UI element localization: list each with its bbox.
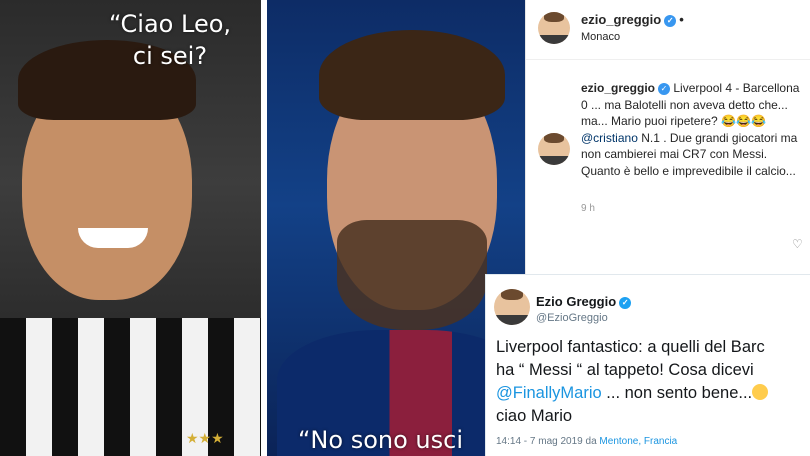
player-smile — [78, 228, 148, 248]
username-text[interactable]: ezio_greggio — [581, 12, 661, 27]
tweet-timestamp[interactable]: 14:14 - 7 mag 2019 da — [496, 436, 599, 447]
tweet-handle[interactable]: @EzioGreggio — [536, 312, 608, 324]
jersey-stars-icon: ★★★ — [186, 430, 224, 446]
comment-avatar[interactable] — [538, 133, 570, 165]
separator-dot: • — [679, 12, 684, 27]
meme-caption-left: “Ciao Leo, ci sei? — [90, 8, 250, 72]
avatar[interactable] — [538, 12, 570, 44]
tweet-line2: ha “ Messi “ al tappeto! Cosa dicevi — [496, 361, 754, 379]
player-beard — [337, 220, 487, 330]
instagram-location[interactable]: Monaco — [581, 31, 620, 43]
caption-left-line1: “Ciao Leo, — [108, 10, 232, 38]
comment-username[interactable]: ezio_greggio — [581, 81, 655, 95]
tweet-place-link[interactable]: Mentone, Francia — [599, 436, 677, 447]
caption-left-line2: ci sei? — [132, 42, 208, 70]
instagram-header: ezio_greggio ✓ • Monaco — [526, 0, 810, 60]
tweet-meta: 14:14 - 7 mag 2019 da Mentone, Francia — [496, 436, 677, 447]
tweet-mention-link[interactable]: @FinallyMario — [496, 384, 602, 402]
display-name-text[interactable]: Ezio Greggio — [536, 294, 616, 309]
instagram-caption: ezio_greggio ✓ Liverpool 4 - Barcellona 0… — [581, 80, 803, 179]
verified-icon: ✓ — [658, 82, 671, 95]
tweet-line3-rest: ... non sento bene... — [601, 384, 753, 402]
tweet-display-name[interactable]: Ezio Greggio ✓ — [536, 294, 632, 309]
tweet-line4: ciao Mario — [496, 407, 573, 425]
heart-icon[interactable]: ♡ — [792, 238, 804, 250]
tweet-card: Ezio Greggio ✓ @EzioGreggio Liverpool fan… — [485, 274, 810, 456]
tweet-line3: @FinallyMario ... non sento bene... — [496, 382, 810, 405]
tweet-text: Liverpool fantastico: a quelli del Barc … — [496, 336, 810, 428]
comment-mention-link[interactable]: @cristiano — [581, 131, 638, 145]
verified-icon: ✓ — [664, 14, 677, 27]
tweet-avatar[interactable] — [494, 289, 530, 325]
player-hair-right — [319, 30, 505, 120]
instagram-username[interactable]: ezio_greggio ✓ • — [581, 12, 684, 27]
verified-icon: ✓ — [619, 296, 632, 309]
comment-timestamp[interactable]: 9 h — [581, 203, 595, 214]
tweet-line1: Liverpool fantastico: a quelli del Barc — [496, 338, 765, 356]
laughing-emoji-icon — [752, 384, 769, 400]
